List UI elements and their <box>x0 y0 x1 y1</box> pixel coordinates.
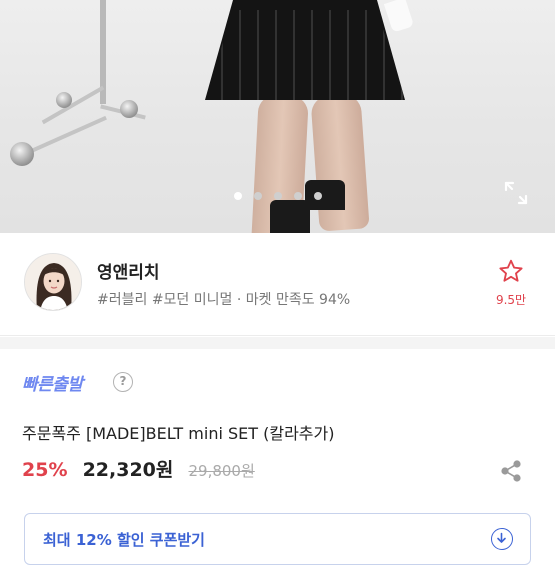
pagination-dot[interactable] <box>313 192 322 200</box>
download-icon <box>491 528 513 550</box>
shirt-cuff <box>383 0 415 33</box>
share-icon[interactable] <box>499 459 523 483</box>
pagination-dot[interactable] <box>253 192 262 200</box>
rack-wheel <box>10 142 34 166</box>
coupon-label: 최대 12% 할인 쿠폰받기 <box>43 531 205 549</box>
sale-price: 22,320원 <box>82 459 174 481</box>
skirt-pleats <box>205 10 405 100</box>
rack-wheel <box>120 100 138 118</box>
rack-wheel <box>56 92 72 108</box>
price-row: 25% 22,320원 29,800원 <box>22 455 255 485</box>
seller-info-row[interactable]: 영앤리치 #러블리 #모던 미니멀 · 마켓 만족도 94% 9.5만 <box>0 233 555 336</box>
pagination-dot[interactable] <box>293 192 302 200</box>
wish-count: 9.5만 <box>495 293 527 307</box>
product-title: 주문폭주 [MADE]BELT mini SET (칼라추가) <box>22 424 335 443</box>
original-price: 29,800원 <box>188 462 255 480</box>
coupon-button[interactable]: 최대 12% 할인 쿠폰받기 <box>24 513 531 565</box>
model-boot <box>270 200 310 233</box>
pagination-dot[interactable] <box>273 192 282 200</box>
clothing-rack-leg <box>41 85 105 125</box>
gallery-pagination <box>0 192 555 204</box>
clothing-rack-leg <box>23 115 107 157</box>
seller-tags: #러블리 #모던 미니멀 · 마켓 만족도 94% <box>97 292 351 308</box>
question-icon[interactable]: ? <box>113 372 133 392</box>
seller-avatar[interactable] <box>24 253 82 311</box>
product-image-gallery[interactable] <box>0 0 555 233</box>
pagination-dot[interactable] <box>233 192 242 200</box>
discount-rate: 25% <box>22 459 68 481</box>
section-divider <box>0 337 555 349</box>
model-leg <box>310 93 370 232</box>
seller-name[interactable]: 영앤리치 <box>97 258 160 283</box>
expand-icon[interactable] <box>501 178 531 208</box>
wish-button[interactable]: 9.5만 <box>490 258 532 318</box>
fast-shipping-badge: 빠른출발 <box>22 375 83 395</box>
star-icon <box>499 259 523 282</box>
